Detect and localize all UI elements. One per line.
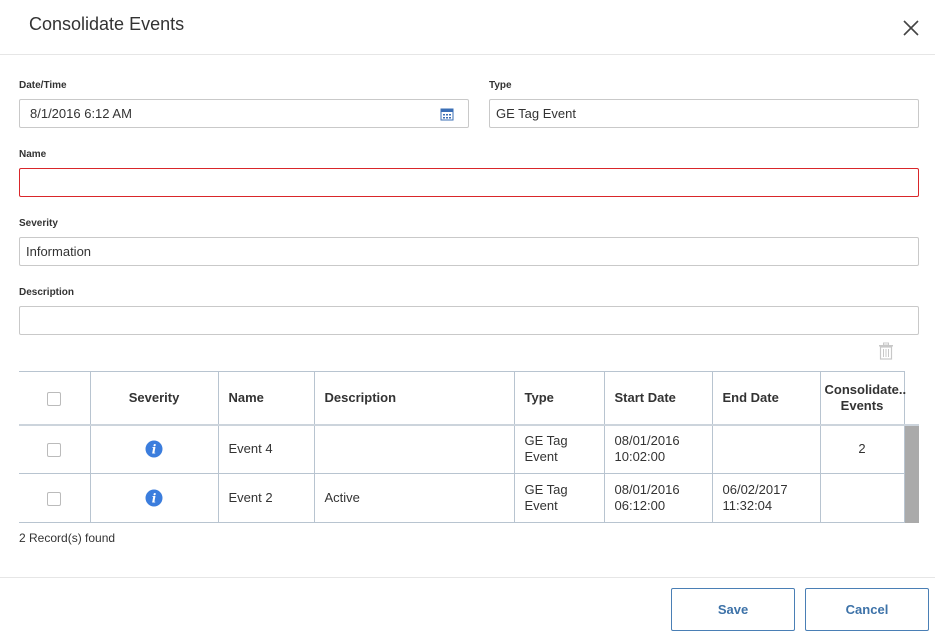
type-cell: GE Tag Event (513, 424, 605, 474)
description-cell: Active (313, 473, 515, 523)
type-cell: GE Tag Event (513, 473, 605, 523)
end-time: 11:32:04 (722, 498, 773, 513)
datetime-field[interactable]: 8/1/2016 6:12 AM (19, 99, 469, 128)
row-select-cell[interactable] (19, 473, 91, 523)
column-header-description[interactable]: Description (313, 371, 515, 426)
select-all-cell[interactable] (19, 371, 91, 426)
type-line1: GE Tag (524, 482, 568, 497)
column-header-start-date[interactable]: Start Date (603, 371, 713, 426)
save-button[interactable]: Save (671, 588, 795, 631)
column-header-severity[interactable]: Severity (89, 371, 219, 426)
name-field[interactable] (19, 168, 919, 197)
start-time: 06:12:00 (614, 498, 666, 513)
table-header-row: Severity Name Description Type Start Dat… (19, 371, 919, 426)
close-icon[interactable] (900, 17, 922, 39)
row-select-cell[interactable] (19, 424, 91, 474)
column-header-consolidated-line2: Events (840, 397, 884, 413)
description-field[interactable] (19, 306, 919, 335)
column-header-type[interactable]: Type (513, 371, 605, 426)
row-checkbox[interactable] (47, 491, 62, 506)
info-icon: i (145, 489, 163, 507)
svg-text:i: i (152, 443, 157, 457)
column-header-consolidated-events[interactable]: Consolidate.. Events (819, 371, 907, 426)
type-line2: Event (524, 449, 558, 465)
events-count-cell: 2 (819, 424, 905, 474)
column-header-end-date[interactable]: End Date (711, 371, 821, 426)
column-header-consolidated-line1: Consolidate.. (824, 381, 907, 397)
name-label: Name (19, 149, 47, 160)
events-table: Severity Name Description Type Start Dat… (19, 371, 919, 523)
severity-value: Information (26, 244, 92, 259)
table-row[interactable]: i Event 2 Active GE Tag Event 08/01/2016… (19, 473, 919, 523)
cancel-button[interactable]: Cancel (805, 588, 929, 631)
type-line1: GE Tag (524, 433, 568, 449)
dialog-title: Consolidate Events (29, 14, 185, 34)
name-cell: Event 2 (217, 473, 315, 523)
events-count-cell (819, 473, 905, 523)
end-date: 06/02/2017 (722, 482, 788, 497)
scrollbar-header-spacer (904, 371, 919, 426)
datetime-value: 8/1/2016 6:12 AM (30, 106, 132, 121)
column-header-name[interactable]: Name (217, 371, 315, 426)
start-date: 08/01/2016 (614, 482, 680, 497)
type-line2: Event (524, 498, 558, 513)
severity-cell: i (89, 424, 219, 474)
end-date-cell: 06/02/2017 11:32:04 (711, 473, 821, 523)
svg-text:i: i (152, 492, 157, 506)
select-all-checkbox[interactable] (47, 391, 62, 406)
datetime-label: Date/Time (19, 80, 67, 91)
row-checkbox[interactable] (47, 442, 62, 457)
records-found: 2 Record(s) found (19, 531, 116, 545)
start-date: 08/01/2016 (614, 433, 680, 449)
table-row[interactable]: i Event 4 GE Tag Event 08/01/2016 10:02:… (19, 424, 919, 523)
severity-label: Severity (19, 218, 58, 229)
type-field[interactable]: GE Tag Event (489, 99, 919, 128)
trash-icon[interactable] (878, 342, 894, 360)
type-label: Type (489, 80, 512, 91)
info-icon: i (145, 440, 163, 458)
start-date-cell: 08/01/2016 06:12:00 (603, 473, 713, 523)
severity-cell: i (89, 473, 219, 523)
calendar-icon[interactable] (440, 107, 454, 121)
start-date-cell: 08/01/2016 10:02:00 (603, 424, 713, 474)
table-scrollbar[interactable] (904, 424, 919, 523)
start-time: 10:02:00 (614, 449, 666, 465)
description-label: Description (19, 287, 75, 298)
name-cell: Event 4 (217, 424, 315, 474)
end-date-cell (711, 424, 821, 474)
description-cell (313, 424, 515, 474)
dialog-header: Consolidate Events (0, 0, 935, 55)
severity-field[interactable]: Information (19, 237, 919, 266)
type-value: GE Tag Event (496, 106, 576, 121)
